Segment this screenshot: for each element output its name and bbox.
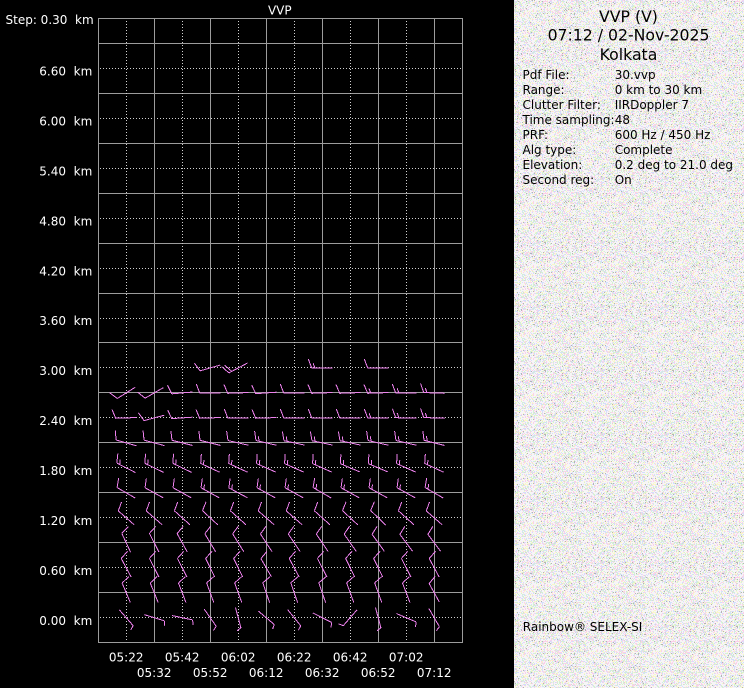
y-tick-label: 4.20 km xyxy=(39,264,92,278)
param-value: 600 Hz / 450 Hz xyxy=(615,128,711,142)
x-tick-label: 06:52 xyxy=(361,666,396,680)
x-tick-label: 06:02 xyxy=(221,651,256,665)
param-label: Clutter Filter: xyxy=(523,98,601,112)
param-value: Complete xyxy=(615,143,673,157)
panel-branding: Rainbow® SELEX-SI xyxy=(523,620,643,634)
barb-tick-half xyxy=(231,484,233,490)
barb-tick-full xyxy=(228,453,230,464)
x-tick-label: 06:12 xyxy=(249,666,284,680)
barb-tick-half xyxy=(203,484,206,490)
barb-tick-half xyxy=(397,436,400,442)
param-label: Pdf File: xyxy=(523,68,570,82)
param-value: On xyxy=(615,173,632,187)
param-label: PRF: xyxy=(523,128,549,142)
y-tick-label: 6.00 km xyxy=(39,114,92,128)
x-tick-label: 07:12 xyxy=(417,666,452,680)
x-tick-label: 05:42 xyxy=(165,651,200,665)
panel-datetime: 07:12 / 02-Nov-2025 xyxy=(548,26,710,45)
param-label: Alg type: xyxy=(523,143,577,157)
param-value: 30.vvp xyxy=(615,68,656,82)
barb-tick-half xyxy=(369,436,372,442)
param-label: Time sampling: xyxy=(522,113,615,127)
y-tick-label: 1.20 km xyxy=(39,514,92,528)
param-label: Elevation: xyxy=(523,158,583,172)
barb-tick-half xyxy=(259,484,262,490)
x-tick-label: 06:32 xyxy=(305,666,340,680)
x-tick-label: 06:42 xyxy=(333,651,368,665)
x-tick-label: 05:22 xyxy=(109,651,144,665)
x-tick-label: 05:32 xyxy=(137,666,172,680)
barb-tick-half xyxy=(119,459,121,465)
barb-tick-half xyxy=(343,484,346,490)
y-tick-label: 1.80 km xyxy=(39,464,92,478)
panel-product-title: VVP (V) xyxy=(599,7,658,26)
y-tick-label: 2.40 km xyxy=(39,414,92,428)
vvp-window: 6.60 km 6.00 km 5.40 km 4.80 km 4.20 km 3.60 … xyxy=(0,0,744,688)
barb-tick-full xyxy=(200,453,202,464)
x-tick-label: 07:02 xyxy=(389,651,424,665)
y-axis-step-label: Step: 0.30 km xyxy=(6,13,94,27)
barb-tick-half xyxy=(371,484,374,490)
vvp-chart: 6.60 km 6.00 km 5.40 km 4.80 km 4.20 km 3.60 … xyxy=(0,0,744,688)
y-tick-label: 5.40 km xyxy=(39,164,92,178)
barb-tick-half xyxy=(399,484,402,490)
param-value: 0 km to 30 km xyxy=(615,83,703,97)
panel-site-name: Kolkata xyxy=(600,45,658,64)
barb-tick-half xyxy=(426,436,428,442)
param-value: 0.2 deg to 21.0 deg xyxy=(615,158,733,172)
barb-tick-half xyxy=(330,622,333,628)
y-tick-label: 3.00 km xyxy=(39,364,92,378)
param-label: Second reg: xyxy=(523,173,595,187)
param-label: Range: xyxy=(523,83,565,97)
param-value: IIRDoppler 7 xyxy=(615,98,689,112)
y-tick-label: 0.00 km xyxy=(39,614,92,628)
barb-tick-half xyxy=(257,436,260,442)
x-tick-label: 06:22 xyxy=(277,651,312,665)
barb-tick-half xyxy=(287,484,290,490)
y-tick-label: 4.80 km xyxy=(39,214,92,228)
y-tick-label: 3.60 km xyxy=(39,314,92,328)
y-tick-label: 0.60 km xyxy=(39,564,92,578)
barb-tick-full xyxy=(424,453,426,464)
x-tick-label: 05:52 xyxy=(193,666,228,680)
param-value: 48 xyxy=(615,113,630,127)
plot-title: VVP xyxy=(268,4,292,18)
y-tick-label: 6.60 km xyxy=(39,64,92,78)
